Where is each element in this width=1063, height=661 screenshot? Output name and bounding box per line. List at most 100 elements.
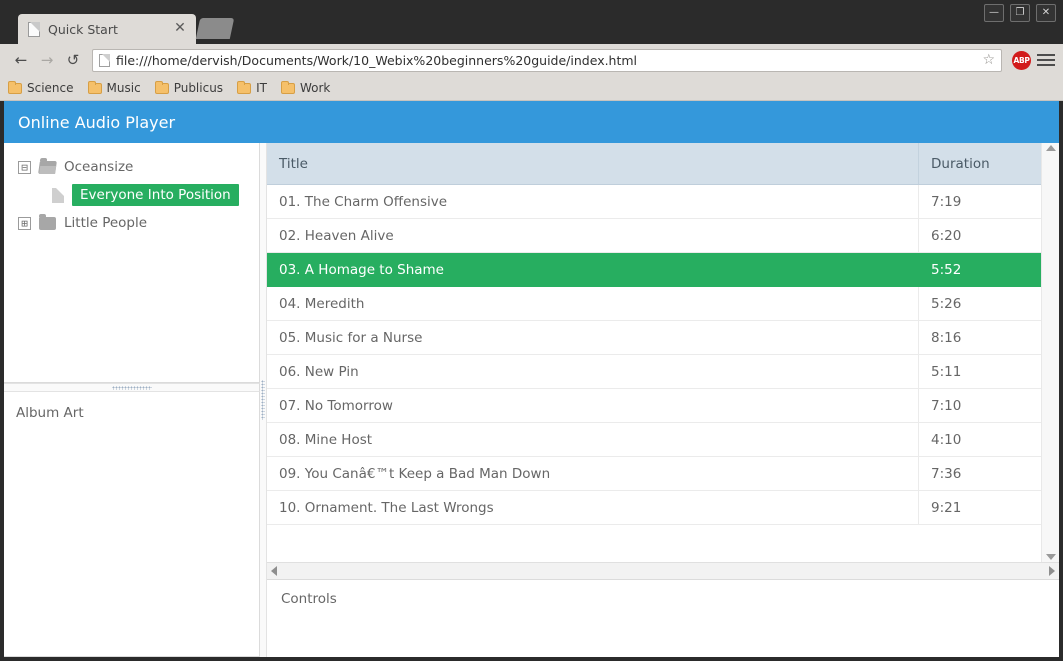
bookmark-label: Music	[106, 81, 141, 95]
app-body: ⊟ Oceansize Everyone Into Position ⊞ Lit…	[4, 143, 1059, 657]
new-tab-button[interactable]	[195, 18, 235, 39]
collapse-toggle-icon[interactable]: ⊟	[18, 160, 31, 174]
horizontal-scrollbar[interactable]	[267, 562, 1059, 579]
minimize-icon[interactable]: —	[984, 4, 1004, 22]
tree-item-little-people[interactable]: ⊞ Little People	[4, 209, 259, 237]
cell-title: 01. The Charm Offensive	[267, 185, 919, 218]
table-row[interactable]: 06. New Pin 5:11	[267, 355, 1041, 389]
tracklist-grid: Title Duration 01. The Charm Offensive 7…	[267, 143, 1059, 580]
table-row[interactable]: 04. Meredith 5:26	[267, 287, 1041, 321]
maximize-icon[interactable]: ❐	[1010, 4, 1030, 22]
window-close-icon[interactable]: ✕	[1036, 4, 1056, 22]
bookmark-label: Publicus	[173, 81, 224, 95]
cell-title: 05. Music for a Nurse	[267, 321, 919, 354]
album-art-panel: Album Art	[4, 392, 260, 657]
controls-panel: Controls	[267, 580, 1059, 657]
folder-icon	[237, 80, 252, 94]
cell-duration: 9:21	[931, 499, 962, 516]
table-row[interactable]: 05. Music for a Nurse 8:16	[267, 321, 1041, 355]
vertical-scrollbar[interactable]	[1041, 143, 1059, 562]
resizer-grip-icon	[111, 385, 152, 390]
cell-duration: 6:20	[931, 227, 962, 244]
resizer-grip-icon	[261, 380, 265, 420]
cell-duration: 5:52	[931, 261, 962, 278]
table-row[interactable]: 03. A Homage to Shame 5:52	[267, 253, 1041, 287]
table-row[interactable]: 02. Heaven Alive 6:20	[267, 219, 1041, 253]
folder-closed-icon	[39, 213, 56, 230]
hamburger-icon[interactable]	[1037, 54, 1055, 66]
scroll-up-icon[interactable]	[1045, 145, 1056, 151]
table-row[interactable]: 08. Mine Host 4:10	[267, 423, 1041, 457]
column-header-duration[interactable]: Duration	[919, 143, 1041, 184]
bookmark-work[interactable]: Work	[280, 80, 331, 95]
page-icon	[99, 53, 110, 67]
bookmark-label: Work	[299, 81, 331, 95]
tree-item-label: Little People	[64, 215, 148, 231]
page-icon	[28, 21, 40, 37]
folder-open-icon	[38, 160, 57, 174]
cell-duration: 8:16	[931, 329, 962, 346]
cell-duration: 4:10	[931, 431, 962, 448]
tree-item-label: Everyone Into Position	[72, 184, 239, 206]
tree-item-oceansize[interactable]: ⊟ Oceansize	[4, 153, 259, 181]
grid-header-row: Title Duration	[267, 143, 1041, 185]
address-bar[interactable]: file:///home/dervish/Documents/Work/10_W…	[92, 48, 1002, 72]
title-bar: Quick Start ✕ — ❐ ✕	[0, 0, 1063, 44]
cell-title: 03. A Homage to Shame	[267, 253, 919, 286]
tab-quick-start[interactable]: Quick Start ✕	[18, 14, 196, 44]
bookmark-label: Science	[27, 81, 74, 95]
tree-item-everyone-into-position[interactable]: Everyone Into Position	[4, 181, 259, 209]
scroll-right-icon[interactable]	[1049, 566, 1055, 576]
bookmark-label: IT	[256, 81, 267, 95]
bookmark-star-icon[interactable]: ☆	[982, 52, 995, 68]
expand-toggle-icon[interactable]: ⊞	[18, 216, 31, 230]
table-row[interactable]: 01. The Charm Offensive 7:19	[267, 185, 1041, 219]
folder-icon	[280, 80, 295, 94]
tab-strip: Quick Start ✕	[18, 0, 235, 44]
album-tree: ⊟ Oceansize Everyone Into Position ⊞ Lit…	[4, 143, 260, 383]
close-icon[interactable]: ✕	[172, 21, 188, 37]
column-header-title[interactable]: Title	[267, 143, 919, 184]
table-row[interactable]: 09. You Canâ€™t Keep a Bad Man Down 7:36	[267, 457, 1041, 491]
url-text: file:///home/dervish/Documents/Work/10_W…	[116, 52, 638, 68]
cell-title: 09. You Canâ€™t Keep a Bad Man Down	[267, 457, 919, 490]
controls-label: Controls	[281, 591, 337, 607]
cell-duration: 7:36	[931, 465, 962, 482]
table-row[interactable]: 10. Ornament. The Last Wrongs 9:21	[267, 491, 1041, 525]
folder-icon	[154, 80, 169, 94]
bookmark-music[interactable]: Music	[87, 80, 141, 95]
app-title: Online Audio Player	[18, 112, 176, 132]
horizontal-resizer[interactable]	[4, 383, 260, 392]
forward-icon[interactable]: →	[34, 47, 60, 73]
bookmarks-bar: Science Music Publicus IT Work	[0, 76, 1063, 101]
window-controls: — ❐ ✕	[984, 4, 1056, 22]
grid-body: 01. The Charm Offensive 7:19 02. Heaven …	[267, 185, 1041, 562]
cell-title: 10. Ornament. The Last Wrongs	[267, 491, 919, 524]
bookmark-publicus[interactable]: Publicus	[154, 80, 224, 95]
adblock-icon[interactable]: ABP	[1012, 50, 1031, 70]
app-header: Online Audio Player	[4, 101, 1059, 143]
vertical-resizer[interactable]	[260, 143, 267, 657]
reload-icon[interactable]: ↺	[60, 47, 86, 73]
cell-title: 04. Meredith	[267, 287, 919, 320]
cell-title: 07. No Tomorrow	[267, 389, 919, 422]
cell-duration: 7:19	[931, 193, 962, 210]
cell-duration: 5:26	[931, 295, 962, 312]
back-icon[interactable]: ←	[8, 47, 34, 73]
scroll-left-icon[interactable]	[271, 566, 277, 576]
table-row[interactable]: 07. No Tomorrow 7:10	[267, 389, 1041, 423]
cell-title: 06. New Pin	[267, 355, 919, 388]
browser-window: Quick Start ✕ — ❐ ✕ ← → ↺ file:///home/d…	[0, 0, 1063, 661]
bookmark-it[interactable]: IT	[237, 80, 267, 95]
bookmark-science[interactable]: Science	[8, 80, 74, 95]
grid-columns: Title Duration 01. The Charm Offensive 7…	[267, 143, 1041, 562]
folder-icon	[87, 80, 102, 94]
right-column: Title Duration 01. The Charm Offensive 7…	[267, 143, 1059, 657]
page-viewport: Online Audio Player ⊟ Oceansize Everyone…	[4, 101, 1059, 657]
left-column: ⊟ Oceansize Everyone Into Position ⊞ Lit…	[4, 143, 260, 657]
cell-title: 02. Heaven Alive	[267, 219, 919, 252]
folder-icon	[8, 80, 22, 94]
cell-title: 08. Mine Host	[267, 423, 919, 456]
scroll-down-icon[interactable]	[1045, 554, 1056, 560]
document-icon	[52, 187, 64, 203]
